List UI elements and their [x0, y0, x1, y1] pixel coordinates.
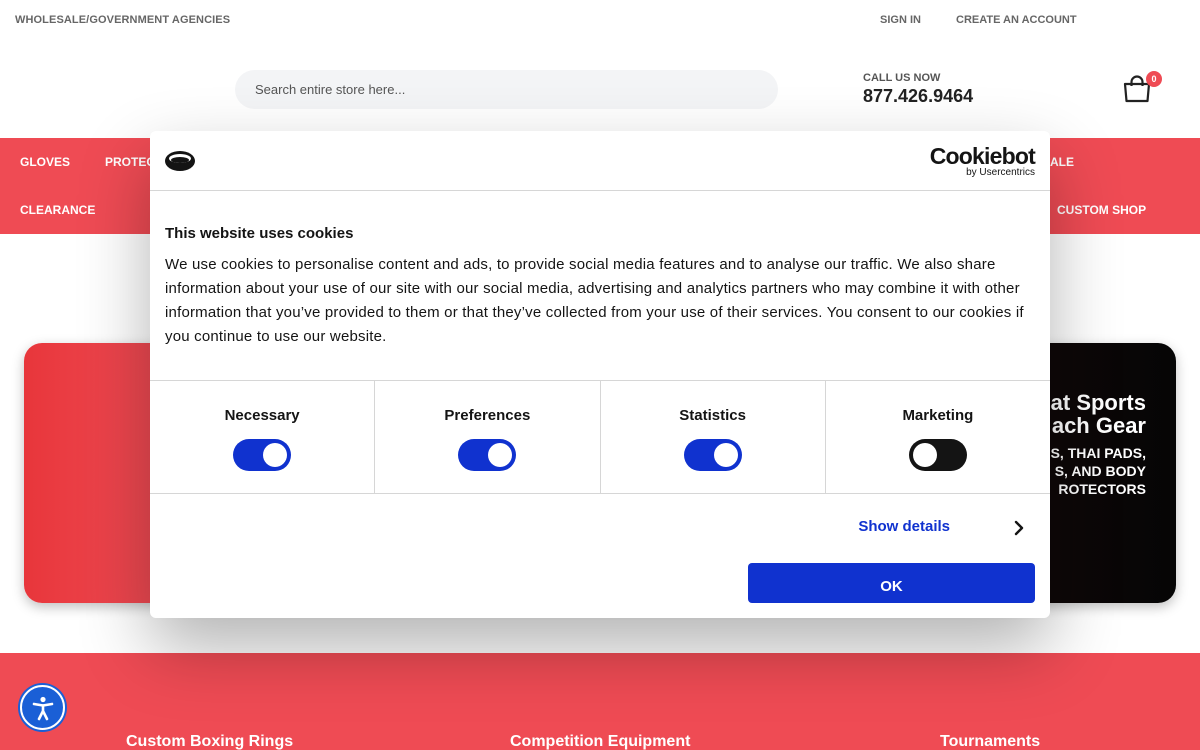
cookiebot-byline: by Usercentrics [966, 167, 1035, 178]
call-us-label: CALL US NOW [863, 72, 941, 84]
toggle-preferences: Preferences [375, 381, 601, 493]
marketing-switch[interactable] [908, 439, 967, 471]
banner-headline: at Sports ach Gear [1051, 391, 1146, 437]
switch-knob [263, 443, 288, 467]
banner-sub-line2: S, AND BODY [1054, 463, 1146, 479]
nav-item-clearance[interactable]: CLEARANCE [20, 203, 95, 217]
cookiebot-brand[interactable]: Cookiebot by Usercentrics [929, 143, 1036, 178]
footer-link-tournaments[interactable]: Tournaments [940, 733, 1040, 750]
create-account-link[interactable]: CREATE AN ACCOUNT [956, 14, 1077, 26]
toggle-label: Necessary [224, 407, 300, 424]
accessibility-icon [32, 696, 53, 720]
switch-knob [912, 443, 937, 467]
preferences-switch[interactable] [458, 439, 517, 471]
cookie-consent-dialog: Cookiebot by Usercentrics This website u… [150, 131, 1050, 618]
ok-button[interactable]: OK [748, 563, 1035, 603]
toggle-statistics: Statistics [601, 381, 826, 493]
toggle-marketing: Marketing [826, 381, 1050, 493]
sign-in-link[interactable]: SIGN IN [880, 14, 921, 26]
nav-item-gloves[interactable]: GLOVES [20, 155, 70, 169]
cookie-category-toggles: Necessary Preferences Statistics Marketi… [150, 380, 1050, 494]
banner-sub-line1: S, THAI PADS, [1050, 445, 1146, 461]
necessary-switch[interactable] [233, 439, 292, 471]
nav-item-sale[interactable]: ALE [1050, 155, 1074, 169]
switch-knob [488, 443, 513, 467]
toggle-label: Marketing [902, 407, 974, 424]
cookie-logo-icon [165, 151, 195, 171]
wholesale-link[interactable]: WHOLESALE/GOVERNMENT AGENCIES [15, 14, 230, 26]
phone-number[interactable]: 877.426.9464 [863, 86, 973, 107]
banner-sub-line3: ROTECTORS [1058, 481, 1146, 497]
toggle-label: Statistics [679, 407, 746, 424]
statistics-switch[interactable] [683, 439, 742, 471]
cookiebot-wordmark: Cookiebot [929, 143, 1036, 169]
switch-knob [713, 443, 738, 467]
category-band: Custom Boxing Rings Competition Equipmen… [0, 653, 1200, 750]
chevron-right-icon[interactable] [1014, 520, 1024, 536]
cookie-dialog-title: This website uses cookies [165, 225, 354, 242]
toggle-label: Preferences [444, 407, 531, 424]
accessibility-button[interactable] [20, 685, 65, 730]
footer-link-custom-boxing-rings[interactable]: Custom Boxing Rings [126, 733, 293, 750]
show-details-link[interactable]: Show details [858, 518, 950, 535]
cookie-dialog-body: We use cookies to personalise content an… [165, 256, 1024, 345]
toggle-necessary: Necessary [150, 381, 376, 493]
nav-item-protective[interactable]: PROTEC [105, 155, 155, 169]
banner-headline-line2: ach Gear [1051, 413, 1146, 438]
cookie-dialog-header: Cookiebot by Usercentrics [150, 131, 1050, 191]
cart-count-badge: 0 [1146, 71, 1162, 87]
banner-subtext: S, THAI PADS, S, AND BODY ROTECTORS [1051, 444, 1146, 498]
footer-link-competition-equipment[interactable]: Competition Equipment [510, 733, 690, 750]
search-input[interactable] [235, 70, 778, 109]
banner-headline-line1: at Sports [1050, 390, 1146, 415]
nav-item-custom-shop[interactable]: CUSTOM SHOP [1057, 203, 1146, 217]
top-bar: WHOLESALE/GOVERNMENT AGENCIES SIGN IN CR… [0, 0, 1200, 40]
